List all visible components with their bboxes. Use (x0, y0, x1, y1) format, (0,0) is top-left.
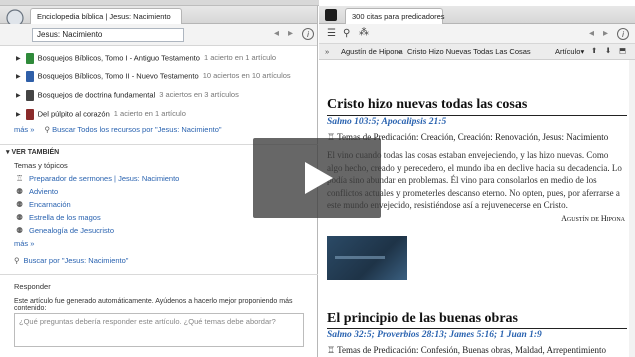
right-tab[interactable]: 300 citas para predicadores (345, 8, 445, 24)
result-count: 3 aciertos en 3 artículos (159, 90, 239, 100)
book-icon (25, 109, 34, 120)
breadcrumb-item[interactable]: Cristo Hizo Nuevas Todas Las Cosas (407, 47, 531, 56)
result-title[interactable]: Bosquejos Bíblicos, Tomo I - Antiguo Tes… (38, 53, 200, 62)
up-arrow-icon[interactable]: ⬆ (591, 46, 597, 55)
search-icon[interactable]: ⚲ (343, 28, 350, 39)
forward-arrow-icon[interactable]: ▸ (288, 28, 293, 39)
topic-link[interactable]: ⚉ Genealogía de Jesucristo (16, 226, 114, 235)
result-title[interactable]: Bosquejos de doctrina fundamental (38, 90, 156, 99)
result-row[interactable]: ▶ Del púlpito al corazón 1 acierto en 1 ar… (16, 109, 186, 123)
topic-link[interactable]: ⚉ Encarnación (16, 200, 71, 209)
search-icon: ⚲ (14, 256, 20, 265)
suggestion-textarea[interactable]: ¿Qué preguntas debería responder este ar… (14, 313, 304, 347)
play-icon (305, 162, 333, 194)
article-image (327, 236, 407, 280)
search-topic-row[interactable]: ⚲ Buscar por "Jesus: Nacimiento" (14, 256, 128, 265)
expand-arrow-icon[interactable]: ▶ (16, 93, 21, 99)
more-results-row: más » ⚲ Buscar Todos los recursos por "J… (14, 125, 222, 139)
topic-icon: ⚉ (16, 187, 24, 196)
scripture-refs[interactable]: Salmo 103:5; Apocalipsis 21:5 (327, 117, 446, 127)
result-count: 10 aciertos en 10 artículos (202, 71, 291, 81)
search-all-link[interactable]: Buscar Todos los recursos por "Jesus: Na… (52, 125, 221, 134)
share-icon[interactable]: ⁂ (359, 27, 369, 38)
left-tab[interactable]: Enciclopedia bíblica | Jesus: Nacimiento (30, 8, 182, 24)
topic-icon: ⚉ (16, 213, 24, 222)
article-title: El principio de las buenas obras (327, 311, 518, 326)
right-tab-bar: 300 citas para predicadores (319, 6, 635, 24)
expand-arrow-icon[interactable]: ▶ (16, 74, 21, 80)
topics-heading: Temas y tópicos (14, 161, 68, 170)
scripture-refs[interactable]: Salmo 32:5; Proverbios 28:13; James 5:16… (327, 330, 542, 340)
forward-arrow-icon[interactable]: ▸ (603, 28, 608, 39)
book-icon (25, 53, 34, 64)
sermon-icon: ♖ (16, 174, 24, 183)
info-icon[interactable]: i (302, 28, 314, 40)
result-count: 1 acierto en 1 artículo (203, 53, 277, 63)
title-rule (327, 115, 627, 116)
divider (0, 274, 318, 275)
result-title[interactable]: Del púlpito al corazón (38, 109, 110, 118)
preaching-topics: ♖ Temas de Predicación: Confesión, Buena… (327, 345, 606, 355)
article-title: Cristo hizo nuevas todas las cosas (327, 97, 528, 112)
result-row[interactable]: ▶ Bosquejos Bíblicos, Tomo II - Nuevo Tes… (16, 71, 291, 85)
book-cover-icon (325, 9, 337, 21)
expand-arrow-icon[interactable]: ▶ (16, 56, 21, 62)
result-row[interactable]: ▶ Bosquejos de doctrina fundamental 3 acie… (16, 90, 239, 104)
author-signature: Agustín de Hipona (561, 214, 625, 223)
book-icon (25, 71, 34, 82)
see-also-heading[interactable]: ▾ VER TAMBIÉN (6, 148, 59, 156)
down-arrow-icon[interactable]: ⬇ (605, 46, 611, 55)
breadcrumb-arrow-icon: » (325, 47, 330, 56)
breadcrumb-separator-icon: » (397, 47, 402, 56)
search-icon: ⚲ (44, 125, 51, 134)
topic-link[interactable]: ⚉ Estrella de los magos (16, 213, 101, 222)
result-row[interactable]: ▶ Bosquejos Bíblicos, Tomo I - Antiguo Te… (16, 53, 276, 67)
list-icon[interactable]: ☰ (327, 28, 336, 39)
chevron-down-icon: ▾ (580, 47, 585, 56)
result-title[interactable]: Bosquejos Bíblicos, Tomo II - Nuevo Test… (38, 71, 199, 80)
search-input[interactable]: Jesus: Nacimiento (32, 28, 184, 42)
sermon-icon: ♖ (327, 345, 336, 355)
panel-menu-icon[interactable]: ⬒ (619, 46, 626, 55)
more-link[interactable]: más » (14, 239, 34, 248)
book-icon (25, 90, 34, 101)
back-arrow-icon[interactable]: ◂ (274, 28, 279, 39)
topic-link[interactable]: ♖ Preparador de sermones | Jesus: Nacimie… (16, 174, 179, 183)
video-play-button[interactable] (253, 138, 381, 218)
title-rule (327, 328, 627, 329)
left-tab-bar: Enciclopedia bíblica | Jesus: Nacimiento (0, 6, 317, 24)
responder-text: Este artículo fue generado automáticamen… (14, 298, 293, 312)
article-dropdown[interactable]: Artículo▾ (555, 47, 584, 56)
topic-icon: ⚉ (16, 200, 24, 209)
right-toolbar: ☰ ⚲ ⁂ ◂ ▸ i (319, 24, 635, 44)
responder-heading: Responder (14, 282, 51, 291)
info-icon[interactable]: i (617, 28, 629, 40)
result-count: 1 acierto en 1 artículo (113, 109, 186, 119)
scrollbar[interactable] (629, 60, 635, 357)
topic-link[interactable]: ⚉ Adviento (16, 187, 58, 196)
breadcrumb: » Agustín de Hipona » Cristo Hizo Nuevas… (319, 44, 635, 60)
expand-arrow-icon[interactable]: ▶ (16, 112, 21, 118)
topic-icon: ⚉ (16, 226, 24, 235)
back-arrow-icon[interactable]: ◂ (589, 28, 594, 39)
more-link[interactable]: más » (14, 125, 34, 134)
left-toolbar: Jesus: Nacimiento ◂ ▸ i (0, 24, 317, 46)
breadcrumb-item[interactable]: Agustín de Hipona (341, 47, 403, 56)
